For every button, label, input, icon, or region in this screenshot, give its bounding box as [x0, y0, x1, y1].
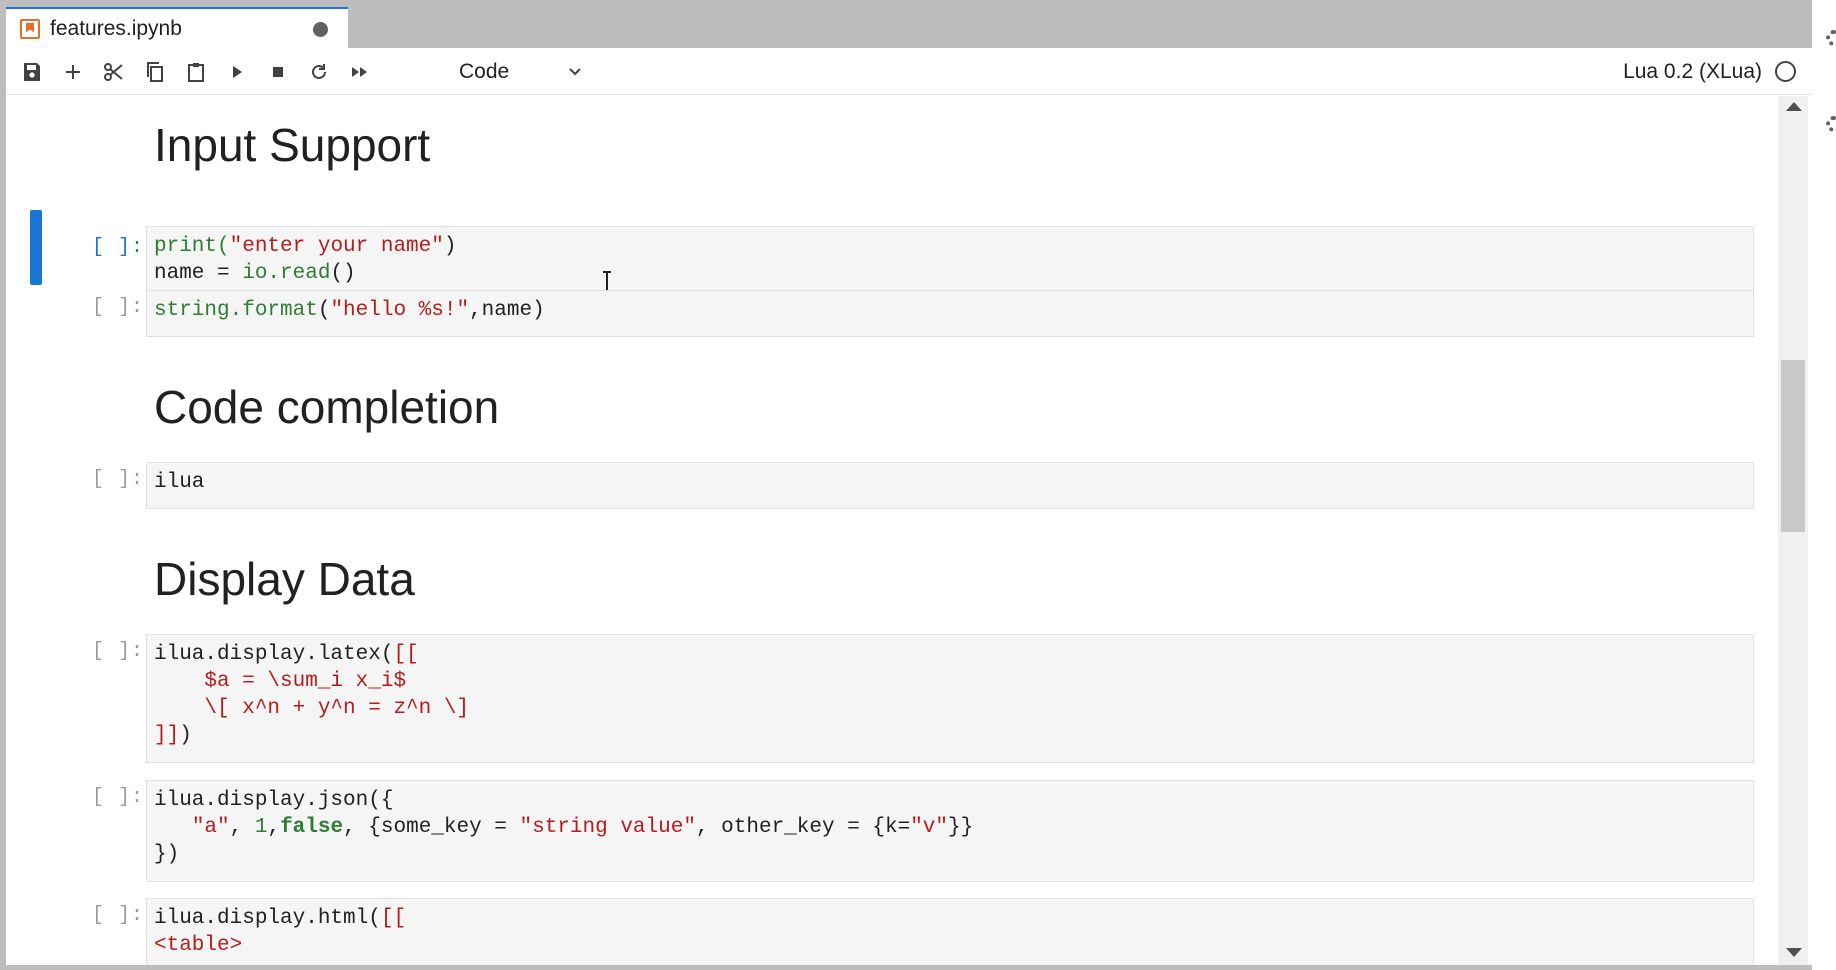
code-token: "hello %s!" — [330, 299, 470, 322]
copy-icon — [147, 62, 163, 82]
code-token: $a = \sum_i x_i$ — [154, 670, 407, 693]
stop-icon — [273, 67, 283, 77]
code-token: 1 — [254, 816, 268, 839]
code-token: , — [267, 816, 281, 839]
tab-features-notebook[interactable]: features.ipynb — [6, 7, 348, 48]
save-icon — [24, 63, 40, 81]
kernel-idle-icon — [1775, 61, 1796, 82]
code-token: ilua.display.latex( — [154, 643, 394, 666]
heading-code-completion: Code completion — [154, 381, 500, 433]
paste-button[interactable] — [180, 56, 212, 88]
code-cell[interactable]: string.format("hello %s!",name) — [146, 290, 1754, 337]
unsaved-dot-icon[interactable] — [313, 22, 328, 37]
heading-display-data: Display Data — [154, 553, 415, 605]
notebook-icon — [20, 18, 40, 39]
scroll-down-arrow-icon[interactable] — [1786, 948, 1802, 957]
plus-icon — [66, 65, 80, 79]
code-token: <table> — [154, 934, 243, 957]
code-token: [[ — [393, 643, 419, 666]
cell-prompt: [ ]: — [91, 468, 144, 491]
code-cell[interactable]: ilua — [146, 462, 1754, 509]
extension-icon[interactable] — [1826, 116, 1836, 132]
code-token: ilua — [154, 471, 205, 494]
vertical-scrollbar[interactable] — [1778, 96, 1808, 965]
code-token: "a" — [191, 816, 230, 839]
notebook-panel: Code Lua 0.2 (XLua) Input Support [ ]: p… — [6, 48, 1812, 965]
code-token: }) — [154, 843, 180, 866]
code-token: print( — [154, 235, 230, 258]
code-token: io.read — [242, 262, 331, 285]
active-cell-indicator — [30, 210, 42, 285]
restart-button[interactable] — [303, 56, 335, 88]
cell-type-value: Code — [459, 60, 510, 83]
cell-type-select[interactable]: Code — [459, 56, 589, 88]
save-button[interactable] — [16, 56, 48, 88]
code-token: \[ x^n + y^n = z^n \] — [154, 697, 470, 720]
chevron-down-icon — [569, 68, 581, 76]
run-all-button[interactable] — [344, 56, 376, 88]
code-cell[interactable]: ilua.display.html([[ <table> — [146, 898, 1754, 965]
code-token: [[ — [380, 907, 407, 930]
kernel-name[interactable]: Lua 0.2 (XLua) — [1623, 60, 1762, 84]
copy-button[interactable] — [139, 56, 171, 88]
insert-cell-button[interactable] — [57, 56, 89, 88]
notebook-toolbar: Code Lua 0.2 (XLua) — [6, 48, 1812, 95]
code-token: ) — [443, 235, 457, 258]
code-token: () — [330, 262, 356, 285]
cell-prompt: [ ]: — [91, 296, 144, 319]
clipboard-icon — [188, 63, 204, 82]
heading-input-support: Input Support — [154, 119, 431, 171]
scroll-up-arrow-icon[interactable] — [1786, 102, 1802, 111]
right-sidebar — [1812, 0, 1836, 970]
code-token: ) — [179, 724, 192, 747]
code-token: , {some_key = — [343, 816, 520, 839]
code-token: string.format — [154, 299, 318, 322]
scrollbar-thumb[interactable] — [1781, 360, 1805, 532]
play-icon — [233, 66, 242, 78]
code-cell[interactable]: ilua.display.json({ "a", 1,false, {some_… — [146, 780, 1754, 882]
code-token: }} — [948, 816, 974, 839]
code-token: "v" — [910, 816, 949, 839]
code-cell[interactable]: ilua.display.latex([[ $a = \sum_i x_i$ \… — [146, 634, 1754, 763]
scissors-icon — [104, 63, 123, 81]
notebook-cells[interactable]: Input Support [ ]: print("enter your nam… — [6, 96, 1776, 965]
cell-prompt: [ ]: — [91, 786, 144, 809]
cut-button[interactable] — [98, 56, 130, 88]
code-token: name = — [154, 262, 243, 285]
gear-icon[interactable] — [1826, 30, 1836, 46]
code-token: "string value" — [519, 816, 696, 839]
code-token: ]] — [154, 724, 180, 747]
run-button[interactable] — [221, 56, 253, 88]
code-token: ilua.display.json({ — [154, 789, 394, 812]
tab-bar: features.ipynb — [0, 0, 1812, 48]
code-token: , other_key = {k= — [695, 816, 911, 839]
code-token: ilua.display.html( — [154, 907, 381, 930]
cell-prompt: [ ]: — [91, 640, 144, 663]
refresh-icon — [312, 64, 326, 79]
code-token: , — [229, 816, 255, 839]
code-token: "enter your name" — [229, 235, 444, 258]
tab-title: features.ipynb — [50, 16, 182, 40]
cell-prompt: [ ]: — [91, 904, 144, 927]
code-token: false — [280, 816, 344, 839]
interrupt-button[interactable] — [262, 56, 294, 88]
fast-forward-icon — [352, 67, 367, 77]
cell-prompt: [ ]: — [91, 236, 144, 259]
code-token: ( — [317, 299, 331, 322]
code-token: ,name) — [469, 299, 545, 322]
